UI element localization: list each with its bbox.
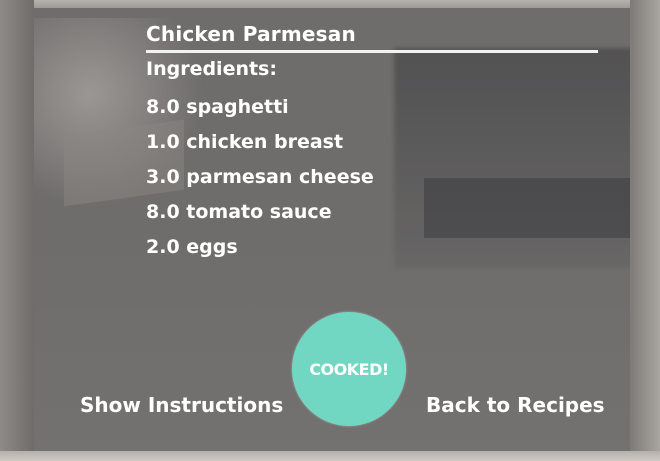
device-bezel-left [0,0,34,461]
recipe-view: Chicken Parmesan Ingredients: 8.0 spaghe… [34,8,630,451]
device-bezel-top [0,0,660,8]
ingredient-list: 8.0 spaghetti 1.0 chicken breast 3.0 par… [146,90,374,265]
ingredients-heading: Ingredients: [146,58,277,80]
back-to-recipes-button[interactable]: Back to Recipes [426,393,605,417]
recipe-title: Chicken Parmesan [146,22,356,46]
device-screen: Chicken Parmesan Ingredients: 8.0 spaghe… [34,8,630,451]
cooked-button[interactable]: COOKED! [292,312,406,426]
ingredient-item: 8.0 tomato sauce [146,201,332,223]
ingredient-item: 8.0 spaghetti [146,96,289,118]
title-underline [146,50,598,53]
device-bezel-bottom [0,451,660,461]
device-bezel-right [630,0,660,461]
ingredient-item: 2.0 eggs [146,236,238,258]
ingredient-item: 1.0 chicken breast [146,131,344,153]
ingredient-item: 3.0 parmesan cheese [146,166,374,188]
show-instructions-button[interactable]: Show Instructions [80,393,283,417]
